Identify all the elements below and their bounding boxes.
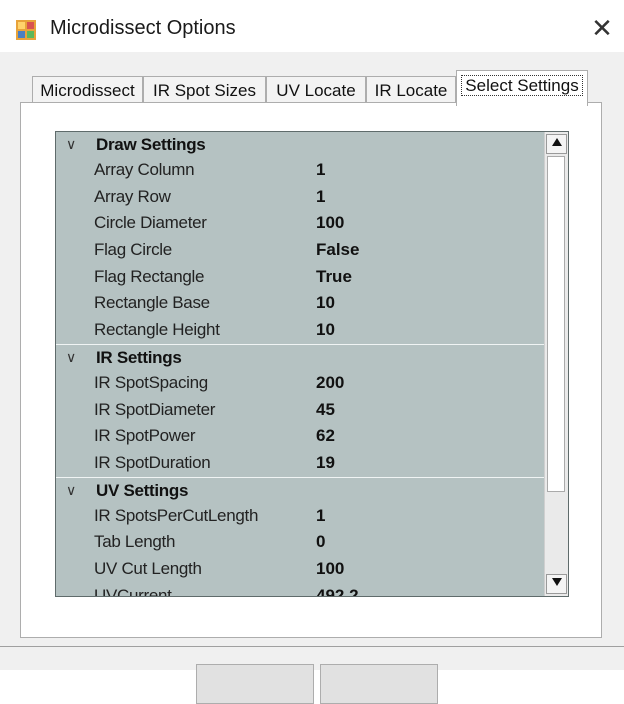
property-row[interactable]: Rectangle Base 10 — [56, 290, 544, 317]
property-value[interactable]: False — [316, 237, 359, 263]
app-icon — [16, 20, 36, 40]
property-value[interactable]: 1 — [316, 184, 325, 210]
tab-ir-locate[interactable]: IR Locate — [366, 76, 456, 104]
property-row[interactable]: Array Row 1 — [56, 184, 544, 211]
property-label: Circle Diameter — [94, 213, 207, 233]
property-label: Flag Rectangle — [94, 266, 205, 286]
vertical-scrollbar[interactable] — [544, 132, 568, 596]
scroll-up-button[interactable] — [546, 134, 567, 154]
property-label: IR SpotDiameter — [94, 399, 216, 419]
category-ir-settings[interactable]: ∨ IR Settings — [56, 343, 544, 370]
property-row[interactable]: UVCurrent 492.2 — [56, 583, 544, 597]
property-grid[interactable]: ∨ Draw Settings Array Column 1 Array Row 1… — [55, 131, 569, 597]
property-value[interactable]: 45 — [316, 397, 335, 423]
cancel-button[interactable] — [320, 664, 438, 704]
property-label: Array Column — [94, 160, 195, 179]
close-icon[interactable]: ✕ — [580, 8, 624, 48]
window-title: Microdissect Options — [50, 17, 236, 39]
property-value[interactable]: 200 — [316, 370, 344, 396]
property-row[interactable]: Flag Rectangle True — [56, 264, 544, 291]
property-label: Flag Circle — [94, 240, 172, 260]
property-label: Tab Length — [94, 532, 176, 552]
divider — [0, 646, 624, 647]
property-row[interactable]: Flag Circle False — [56, 237, 544, 264]
scrollbar-thumb[interactable] — [547, 156, 565, 492]
property-label: IR SpotSpacing — [94, 372, 208, 392]
property-row[interactable]: Rectangle Height 10 — [56, 317, 544, 344]
property-row[interactable]: IR SpotsPerCutLength 1 — [56, 503, 544, 530]
property-value[interactable]: True — [316, 264, 352, 290]
chevron-down-icon[interactable]: ∨ — [66, 345, 76, 370]
ok-button[interactable] — [196, 664, 314, 704]
property-value[interactable]: 19 — [316, 450, 335, 476]
property-value[interactable]: 1 — [316, 503, 325, 529]
scroll-down-button[interactable] — [546, 574, 567, 594]
chevron-down-icon[interactable]: ∨ — [66, 478, 76, 503]
property-value[interactable]: 62 — [316, 423, 335, 449]
property-row[interactable]: IR SpotDiameter 45 — [56, 397, 544, 424]
property-row[interactable]: IR SpotDuration 19 — [56, 450, 544, 477]
property-value[interactable]: 492.2 — [316, 583, 359, 596]
property-row[interactable]: Circle Diameter 100 — [56, 210, 544, 237]
property-label: UVCurrent — [94, 585, 172, 597]
tab-ir-spot-sizes[interactable]: IR Spot Sizes — [143, 76, 266, 104]
tab-select-settings[interactable]: Select Settings — [456, 70, 588, 106]
property-value[interactable]: 10 — [316, 290, 335, 316]
property-value[interactable]: 1 — [316, 157, 325, 183]
title-bar: Microdissect Options ✕ — [0, 0, 624, 52]
category-label: IR Settings — [96, 347, 182, 367]
property-rows: ∨ Draw Settings Array Column 1 Array Row 1… — [56, 132, 544, 597]
property-row[interactable]: Tab Length 0 — [56, 529, 544, 556]
property-row[interactable]: Array Column 1 — [56, 157, 544, 184]
property-value[interactable]: 100 — [316, 210, 344, 236]
property-value[interactable]: 100 — [316, 556, 344, 582]
category-draw-settings[interactable]: ∨ Draw Settings — [56, 132, 544, 157]
select-settings-page: ∨ Draw Settings Array Column 1 Array Row 1… — [20, 102, 602, 638]
property-row[interactable]: IR SpotPower 62 — [56, 423, 544, 450]
property-value[interactable]: 10 — [316, 317, 335, 343]
property-label: IR SpotDuration — [94, 452, 211, 472]
property-label: UV Cut Length — [94, 558, 202, 578]
tab-select-settings-label: Select Settings — [461, 75, 583, 96]
tab-microdissect[interactable]: Microdissect — [32, 76, 143, 104]
options-dialog: Microdissect IR Spot Sizes UV Locate IR … — [0, 52, 624, 704]
property-value[interactable]: 0 — [316, 529, 325, 555]
property-label: Rectangle Base — [94, 293, 210, 313]
property-label: Rectangle Height — [94, 320, 220, 340]
property-row[interactable]: UV Cut Length 100 — [56, 556, 544, 583]
triangle-up-icon — [551, 138, 562, 146]
chevron-down-icon[interactable]: ∨ — [66, 132, 76, 157]
category-uv-settings[interactable]: ∨ UV Settings — [56, 476, 544, 503]
category-label: Draw Settings — [96, 135, 206, 154]
triangle-down-icon — [551, 578, 562, 586]
property-row[interactable]: IR SpotSpacing 200 — [56, 370, 544, 397]
tab-uv-locate[interactable]: UV Locate — [266, 76, 366, 104]
property-label: Array Row — [94, 186, 171, 206]
property-label: IR SpotPower — [94, 426, 196, 446]
category-label: UV Settings — [96, 480, 189, 500]
property-label: IR SpotsPerCutLength — [94, 505, 259, 525]
